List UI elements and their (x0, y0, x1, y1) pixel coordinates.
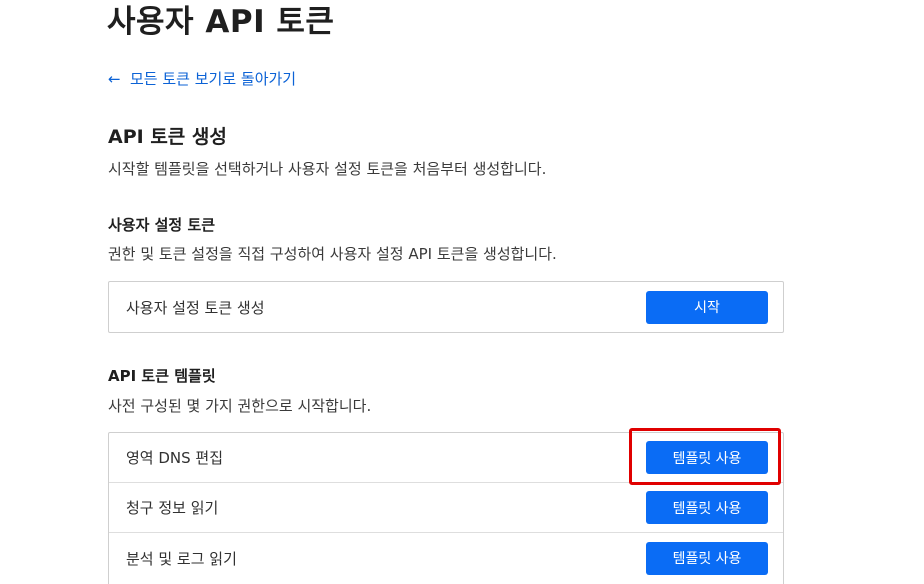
back-to-tokens-link[interactable]: ← 모든 토큰 보기로 돌아가기 (108, 69, 296, 89)
custom-token-heading: 사용자 설정 토큰 (108, 216, 216, 234)
back-link-label: 모든 토큰 보기로 돌아가기 (130, 70, 297, 88)
template-row-label: 분석 및 로그 읽기 (126, 549, 237, 568)
custom-token-card: 사용자 설정 토큰 생성 시작 (108, 281, 784, 333)
start-button[interactable]: 시작 (646, 290, 768, 324)
template-row-label: 영역 DNS 편집 (126, 449, 224, 467)
use-template-button-read-analytics-logs[interactable]: 템플릿 사용 (646, 541, 768, 575)
create-token-heading: API 토큰 생성 (108, 126, 227, 148)
custom-token-description: 권한 및 토큰 설정을 직접 구성하여 사용자 설정 API 토큰을 생성합니다… (108, 245, 557, 263)
use-template-button-edit-zone-dns[interactable]: 템플릿 사용 (646, 441, 768, 474)
token-templates-heading: API 토큰 템플릿 (108, 367, 216, 385)
custom-token-row-label: 사용자 설정 토큰 생성 (126, 298, 265, 317)
create-token-description: 시작할 템플릿을 선택하거나 사용자 설정 토큰을 처음부터 생성합니다. (108, 160, 547, 178)
template-row-read-billing: 청구 정보 읽기 템플릿 사용 (109, 483, 783, 533)
use-template-button-read-billing[interactable]: 템플릿 사용 (646, 491, 768, 524)
arrow-left-icon: ← (108, 70, 121, 88)
template-row-label: 청구 정보 읽기 (126, 499, 219, 517)
token-templates-description: 사전 구성된 몇 가지 권한으로 시작합니다. (108, 397, 372, 415)
token-templates-card: 영역 DNS 편집 템플릿 사용 청구 정보 읽기 템플릿 사용 분석 및 로그… (108, 432, 784, 584)
page: 사용자 API 토큰 ← 모든 토큰 보기로 돌아가기 API 토큰 생성 시작… (0, 0, 924, 584)
page-title: 사용자 API 토큰 (107, 4, 335, 40)
template-row-read-analytics-logs: 분석 및 로그 읽기 템플릿 사용 (109, 533, 783, 583)
template-row-edit-zone-dns: 영역 DNS 편집 템플릿 사용 (109, 433, 783, 483)
custom-token-row: 사용자 설정 토큰 생성 시작 (109, 282, 783, 332)
